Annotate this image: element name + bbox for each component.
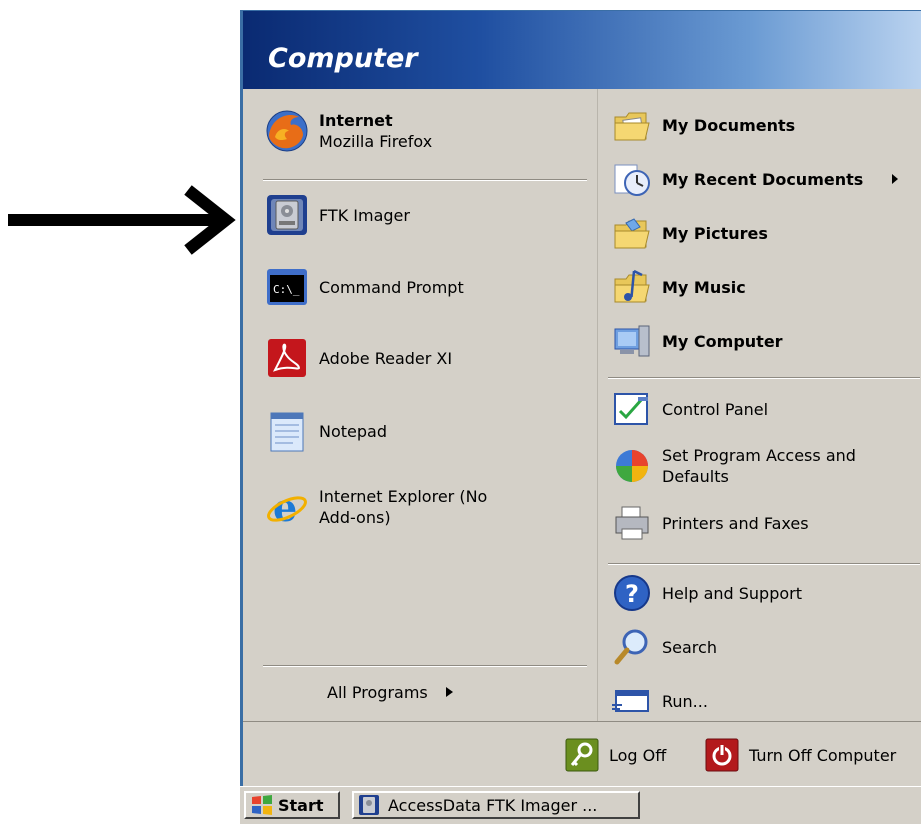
start-menu-left-column: Internet Mozilla Firefox FTK Imager C:\_… [243, 89, 597, 721]
start-menu-header: Computer [243, 11, 921, 89]
start-label: Start [278, 795, 324, 815]
run-icon [612, 681, 652, 721]
recent-item-label: Adobe Reader XI [319, 348, 453, 368]
turn-off-button[interactable]: Turn Off Computer [705, 738, 896, 772]
help-label: Run... [662, 691, 708, 711]
recent-item-label: FTK Imager [319, 205, 410, 225]
program-access-icon [612, 446, 652, 486]
folder-pictures-icon [612, 213, 652, 253]
right-separator-1 [608, 377, 920, 379]
taskbar-item-label: AccessData FTK Imager ... [388, 795, 598, 815]
help-and-support[interactable]: ? Help and Support [612, 573, 802, 613]
recent-item-label: Command Prompt [319, 277, 464, 297]
my-computer-icon [612, 321, 652, 361]
windows-logo-icon [250, 794, 274, 816]
pinned-item-title: Internet [319, 111, 393, 130]
place-label: My Music [662, 277, 746, 297]
settings-label-line1: Set Program Access and [662, 446, 856, 465]
settings-program-access[interactable]: Set Program Access and Defaults [612, 445, 856, 487]
recent-item-internet-explorer[interactable]: e Internet Explorer (No Add-ons) [265, 485, 487, 529]
left-separator-bottom [263, 665, 587, 667]
printer-icon [612, 503, 652, 543]
internet-explorer-icon: e [265, 485, 309, 529]
settings-control-panel[interactable]: Control Panel [612, 389, 768, 429]
pinned-item-internet[interactable]: Internet Mozilla Firefox [265, 109, 432, 153]
folder-documents-icon [612, 105, 652, 145]
adobe-reader-icon [265, 336, 309, 380]
power-icon [705, 738, 739, 772]
recent-item-command-prompt[interactable]: C:\_ Command Prompt [265, 265, 464, 309]
svg-text:C:\_: C:\_ [273, 283, 300, 296]
recent-item-adobe-reader[interactable]: Adobe Reader XI [265, 336, 452, 380]
notepad-icon [265, 409, 309, 453]
place-my-music[interactable]: My Music [612, 267, 746, 307]
ftk-imager-icon [358, 794, 380, 816]
svg-text:?: ? [625, 580, 639, 608]
place-my-documents[interactable]: My Documents [612, 105, 795, 145]
place-my-pictures[interactable]: My Pictures [612, 213, 768, 253]
chevron-right-icon [891, 170, 899, 189]
recent-item-notepad[interactable]: Notepad [265, 409, 387, 453]
ftk-imager-icon [265, 193, 309, 237]
start-menu-title: Computer [268, 43, 418, 74]
settings-label: Printers and Faxes [662, 513, 809, 533]
help-icon: ? [612, 573, 652, 613]
place-my-recent-documents[interactable]: My Recent Documents [612, 159, 899, 199]
settings-printers-faxes[interactable]: Printers and Faxes [612, 503, 809, 543]
chevron-right-icon [444, 683, 454, 702]
log-off-button[interactable]: Log Off [565, 738, 666, 772]
pinned-item-subtitle: Mozilla Firefox [319, 132, 433, 151]
search-icon [612, 627, 652, 667]
place-label: My Recent Documents [662, 169, 864, 189]
recent-item-label-line2: Add-ons) [319, 508, 391, 527]
left-separator-top [263, 179, 587, 181]
help-label: Help and Support [662, 583, 802, 603]
taskbar: Start AccessData FTK Imager ... [240, 786, 921, 824]
help-label: Search [662, 637, 717, 657]
start-menu-footer: Log Off Turn Off Computer [243, 721, 921, 788]
turn-off-label: Turn Off Computer [749, 745, 897, 765]
key-icon [565, 738, 599, 772]
all-programs-button[interactable]: All Programs [327, 683, 454, 702]
place-label: My Computer [662, 331, 783, 351]
folder-music-icon [612, 267, 652, 307]
start-menu: Computer Internet Mozilla Firefox FTK Im… [240, 10, 921, 788]
run-item[interactable]: Run... [612, 681, 708, 721]
command-prompt-icon: C:\_ [265, 265, 309, 309]
taskbar-item-ftk-imager[interactable]: AccessData FTK Imager ... [352, 791, 640, 819]
settings-label-line2: Defaults [662, 467, 729, 486]
control-panel-icon [612, 389, 652, 429]
recent-item-label: Notepad [319, 421, 387, 441]
all-programs-label: All Programs [327, 683, 428, 702]
start-button[interactable]: Start [244, 791, 340, 819]
place-label: My Pictures [662, 223, 768, 243]
annotation-arrow [8, 185, 236, 255]
log-off-label: Log Off [609, 745, 667, 765]
start-menu-right-column: My Documents My Recent Documents My Pict… [597, 89, 921, 721]
place-my-computer[interactable]: My Computer [612, 321, 783, 361]
recent-documents-icon [612, 159, 652, 199]
settings-label: Control Panel [662, 399, 769, 419]
right-separator-2 [608, 563, 920, 565]
firefox-icon [265, 109, 309, 153]
recent-item-ftk-imager[interactable]: FTK Imager [265, 193, 410, 237]
place-label: My Documents [662, 115, 796, 135]
search-item[interactable]: Search [612, 627, 717, 667]
recent-item-label-line1: Internet Explorer (No [319, 487, 488, 506]
